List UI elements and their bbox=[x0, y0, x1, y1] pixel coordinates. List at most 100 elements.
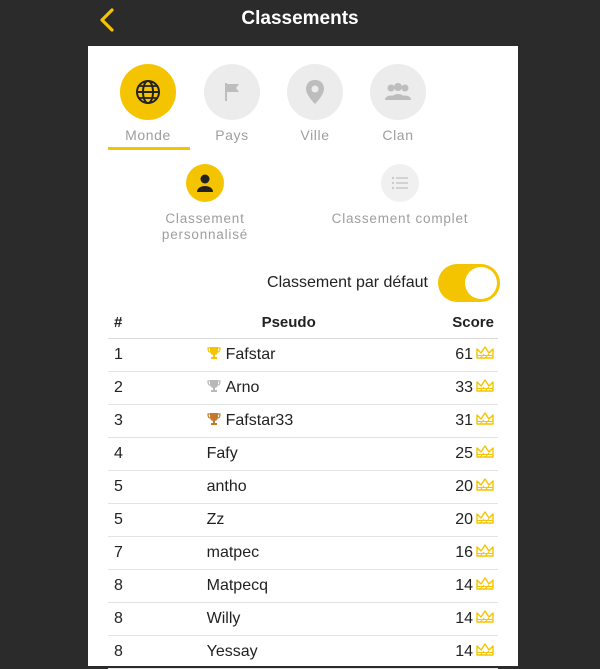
flag-icon bbox=[204, 64, 260, 120]
score-text: 14 bbox=[455, 577, 473, 594]
table-row[interactable]: 8 Yessay 14 bbox=[108, 635, 498, 669]
table-row[interactable]: 2 Arno 33 bbox=[108, 371, 498, 405]
pseudo-text: Fafy bbox=[206, 445, 238, 462]
pseudo-text: Fafstar33 bbox=[225, 412, 294, 429]
rankings-panel: Monde Pays Ville Clan Classement personn… bbox=[88, 46, 518, 669]
tab-clan[interactable]: Clan bbox=[358, 64, 438, 143]
pseudo-text: Zz bbox=[206, 511, 225, 528]
score-text: 25 bbox=[455, 445, 473, 462]
crown-icon bbox=[476, 577, 494, 590]
crown-icon bbox=[476, 445, 494, 458]
tab-pays-label: Pays bbox=[215, 127, 249, 143]
table-header-row: # Pseudo Score bbox=[108, 306, 498, 339]
score-text: 20 bbox=[455, 478, 473, 495]
table-row[interactable]: 5 antho 20 bbox=[108, 470, 498, 504]
active-tab-indicator bbox=[108, 147, 190, 150]
pseudo-text: Fafstar bbox=[225, 346, 276, 363]
tab-ville[interactable]: Ville bbox=[275, 64, 355, 143]
pseudo-cell: Arno bbox=[154, 371, 423, 405]
score-cell: 61 bbox=[422, 338, 498, 372]
header-rank: # bbox=[108, 306, 155, 339]
pseudo-cell: antho bbox=[154, 470, 423, 504]
table-row[interactable]: 1 Fafstar 61 bbox=[108, 338, 498, 372]
table-row[interactable]: 5 Zz 20 bbox=[108, 503, 498, 537]
mode-personalized[interactable]: Classement personnalisé bbox=[150, 164, 260, 243]
crown-icon bbox=[476, 544, 494, 557]
tab-ville-label: Ville bbox=[300, 127, 330, 143]
rank-cell: 8 bbox=[108, 635, 155, 669]
silver-trophy-icon bbox=[207, 380, 221, 392]
pseudo-cell: matpec bbox=[154, 536, 423, 570]
pseudo-cell: Fafstar33 bbox=[154, 404, 423, 438]
map-pin-icon bbox=[287, 64, 343, 120]
pseudo-text: Willy bbox=[206, 610, 241, 627]
crown-icon bbox=[476, 511, 494, 524]
table-row[interactable]: 8 Matpecq 14 bbox=[108, 569, 498, 603]
tab-monde-label: Monde bbox=[125, 127, 171, 143]
score-cell: 25 bbox=[422, 437, 498, 471]
default-ranking-row: Classement par défaut bbox=[267, 264, 500, 302]
header-pseudo: Pseudo bbox=[154, 306, 423, 339]
rank-cell: 1 bbox=[108, 338, 155, 372]
tab-monde[interactable]: Monde bbox=[108, 64, 188, 143]
crown-icon bbox=[476, 643, 494, 656]
group-icon bbox=[370, 64, 426, 120]
table-row[interactable]: 7 matpec 16 bbox=[108, 536, 498, 570]
pseudo-text: matpec bbox=[206, 544, 260, 561]
pseudo-cell: Yessay bbox=[154, 635, 423, 669]
tab-clan-label: Clan bbox=[382, 127, 414, 143]
score-text: 33 bbox=[455, 379, 473, 396]
score-text: 16 bbox=[455, 544, 473, 561]
ranking-table: # Pseudo Score 1 Fafstar 61 2 Arno 33 3 Fa… bbox=[108, 306, 498, 669]
rank-cell: 3 bbox=[108, 404, 155, 438]
score-text: 20 bbox=[455, 511, 473, 528]
rank-cell: 4 bbox=[108, 437, 155, 471]
pseudo-text: Matpecq bbox=[206, 577, 268, 594]
rank-cell: 7 bbox=[108, 536, 155, 570]
rank-cell: 8 bbox=[108, 569, 155, 603]
score-cell: 31 bbox=[422, 404, 498, 438]
person-icon bbox=[186, 164, 224, 202]
rank-cell: 5 bbox=[108, 503, 155, 537]
mode-personalized-label: Classement personnalisé bbox=[161, 211, 249, 242]
default-ranking-label: Classement par défaut bbox=[267, 274, 428, 291]
score-cell: 20 bbox=[422, 470, 498, 504]
pseudo-cell: Fafy bbox=[154, 437, 423, 471]
mode-complete-label: Classement complet bbox=[331, 211, 469, 226]
crown-icon bbox=[476, 412, 494, 425]
top-bar: Classements bbox=[0, 0, 600, 40]
rank-cell: 2 bbox=[108, 371, 155, 405]
page-title: Classements bbox=[241, 8, 359, 29]
mode-complete[interactable]: Classement complet bbox=[320, 164, 480, 227]
score-text: 14 bbox=[455, 643, 473, 660]
default-ranking-toggle[interactable] bbox=[438, 264, 500, 302]
pseudo-cell: Willy bbox=[154, 602, 423, 636]
pseudo-text: Arno bbox=[225, 379, 260, 396]
crown-icon bbox=[476, 610, 494, 623]
rank-cell: 8 bbox=[108, 602, 155, 636]
score-cell: 33 bbox=[422, 371, 498, 405]
table-row[interactable]: 3 Fafstar33 31 bbox=[108, 404, 498, 438]
score-cell: 14 bbox=[422, 602, 498, 636]
score-cell: 20 bbox=[422, 503, 498, 537]
score-text: 31 bbox=[455, 412, 473, 429]
rank-cell: 5 bbox=[108, 470, 155, 504]
crown-icon bbox=[476, 379, 494, 392]
header-score: Score bbox=[422, 306, 498, 339]
score-cell: 14 bbox=[422, 569, 498, 603]
pseudo-cell: Zz bbox=[154, 503, 423, 537]
list-icon bbox=[381, 164, 419, 202]
table-row[interactable]: 8 Willy 14 bbox=[108, 602, 498, 636]
tab-pays[interactable]: Pays bbox=[192, 64, 272, 143]
score-cell: 14 bbox=[422, 635, 498, 669]
crown-icon bbox=[476, 478, 494, 491]
pseudo-cell: Matpecq bbox=[154, 569, 423, 603]
score-text: 61 bbox=[455, 346, 473, 363]
bronze-trophy-icon bbox=[207, 413, 221, 425]
globe-icon bbox=[120, 64, 176, 120]
table-row[interactable]: 4 Fafy 25 bbox=[108, 437, 498, 471]
score-cell: 16 bbox=[422, 536, 498, 570]
gold-trophy-icon bbox=[207, 347, 221, 359]
crown-icon bbox=[476, 346, 494, 359]
pseudo-text: Yessay bbox=[206, 643, 258, 660]
